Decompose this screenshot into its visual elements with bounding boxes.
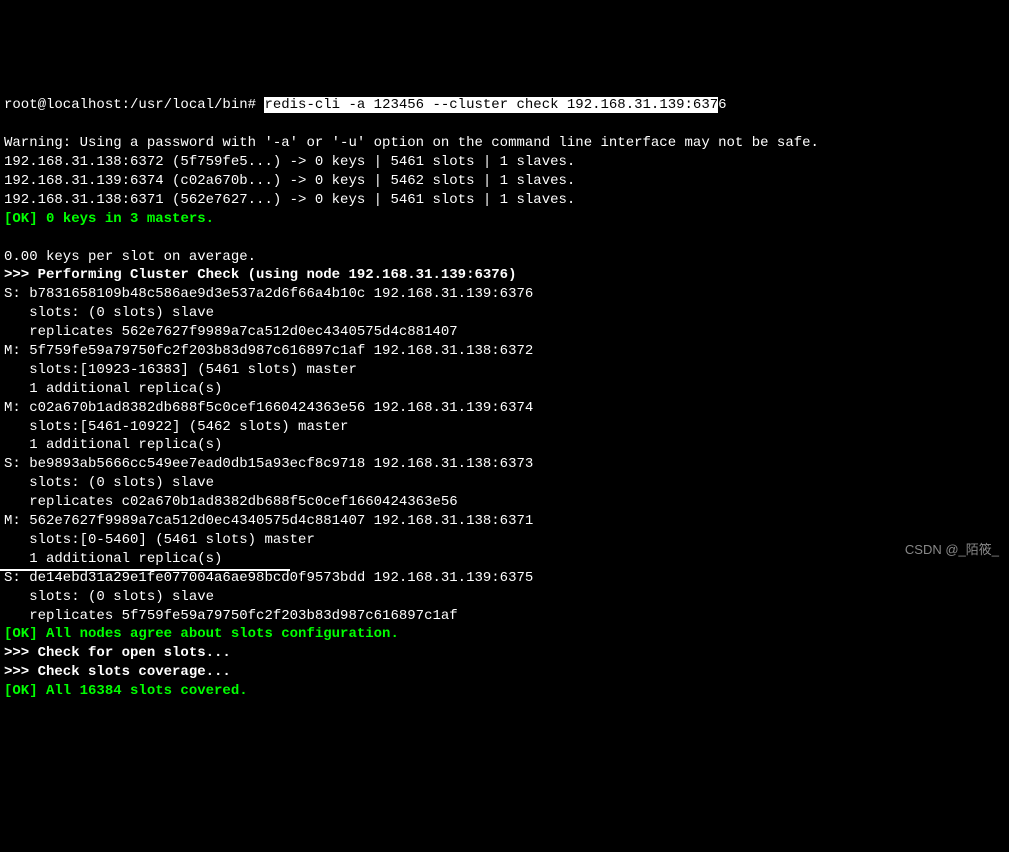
node-line: M: 5f759fe59a79750fc2f203b83d987c616897c…	[4, 343, 533, 359]
node-line: slots: (0 slots) slave	[4, 305, 214, 321]
node-summary-3: 192.168.31.138:6371 (562e7627...) -> 0 k…	[4, 192, 575, 208]
cluster-check-header: >>> Performing Cluster Check (using node…	[4, 267, 516, 283]
ok-slots-covered: [OK] All 16384 slots covered.	[4, 683, 248, 699]
node-line: slots: (0 slots) slave	[4, 589, 214, 605]
command-highlighted: redis-cli -a 123456 --cluster check 192.…	[264, 97, 718, 113]
node-line: 1 additional replica(s)	[4, 551, 222, 567]
node-line: replicates c02a670b1ad8382db688f5c0cef16…	[4, 494, 458, 510]
terminal-output[interactable]: root@localhost:/usr/local/bin# redis-cli…	[4, 78, 1005, 701]
ok-slots-config: [OK] All nodes agree about slots configu…	[4, 626, 399, 642]
command-tail: 6	[718, 97, 726, 113]
node-line: M: 562e7627f9989a7ca512d0ec4340575d4c881…	[4, 513, 533, 529]
warning-line: Warning: Using a password with '-a' or '…	[4, 135, 819, 151]
avg-keys: 0.00 keys per slot on average.	[4, 249, 256, 265]
node-line: S: b7831658109b48c586ae9d3e537a2d6f66a4b…	[4, 286, 533, 302]
node-line: M: c02a670b1ad8382db688f5c0cef1660424363…	[4, 400, 533, 416]
node-summary-1: 192.168.31.138:6372 (5f759fe5...) -> 0 k…	[4, 154, 575, 170]
node-line: S: be9893ab5666cc549ee7ead0db15a93ecf8c9…	[4, 456, 533, 472]
node-line: replicates 562e7627f9989a7ca512d0ec43405…	[4, 324, 458, 340]
ok-keys-masters: [OK] 0 keys in 3 masters.	[4, 211, 214, 227]
node-line: S: de14ebd31a29e1fe077004a6ae98bcd0f9573…	[4, 570, 533, 586]
node-line: slots:[10923-16383] (5461 slots) master	[4, 362, 357, 378]
node-line: replicates 5f759fe59a79750fc2f203b83d987…	[4, 608, 458, 624]
node-line: slots: (0 slots) slave	[4, 475, 214, 491]
node-line: slots:[5461-10922] (5462 slots) master	[4, 419, 348, 435]
node-summary-2: 192.168.31.139:6374 (c02a670b...) -> 0 k…	[4, 173, 575, 189]
node-line: slots:[0-5460] (5461 slots) master	[4, 532, 315, 548]
shell-prompt: root@localhost:/usr/local/bin#	[4, 97, 264, 113]
check-slots-coverage: >>> Check slots coverage...	[4, 664, 231, 680]
node-line: 1 additional replica(s)	[4, 437, 222, 453]
watermark-text: CSDN @_陌筱_	[905, 541, 999, 559]
check-open-slots: >>> Check for open slots...	[4, 645, 231, 661]
node-line: 1 additional replica(s)	[4, 381, 222, 397]
